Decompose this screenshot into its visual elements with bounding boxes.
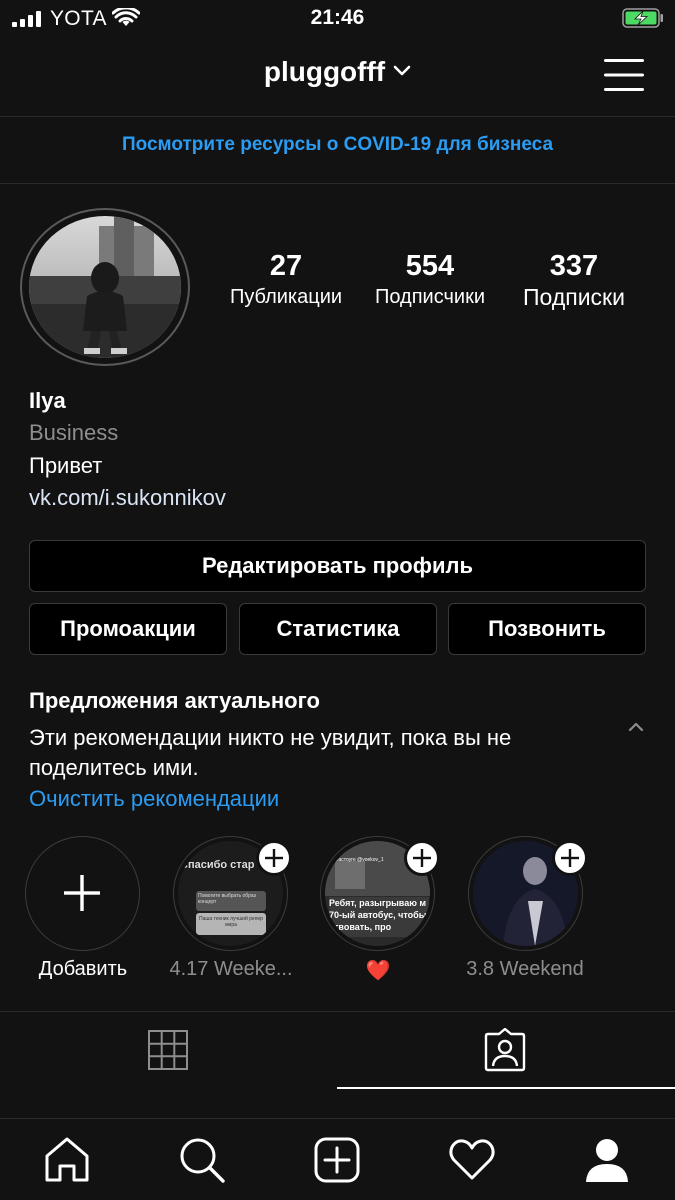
followers-stat[interactable]: 554 Подписчики <box>362 248 498 310</box>
avatar-photo <box>29 216 181 358</box>
profile-category: Business <box>29 420 119 445</box>
profile-icon[interactable] <box>583 1136 631 1184</box>
posts-stat[interactable]: 27 Публикации <box>218 248 354 310</box>
tagged-person-icon[interactable] <box>484 1028 526 1072</box>
following-stat[interactable]: 337 Подписки <box>508 248 640 310</box>
highlight-new[interactable] <box>25 836 140 951</box>
suggestions-description: Эти рекомендации никто не увидит, пока в… <box>29 725 512 780</box>
search-icon[interactable] <box>178 1136 226 1184</box>
thumb-text: Спасибо стар <box>180 859 255 871</box>
divider <box>0 183 675 184</box>
activity-heart-icon[interactable] <box>448 1136 496 1184</box>
clear-suggestions-link[interactable]: Очистить рекомендации <box>29 786 279 812</box>
suggestions-title: Предложения актуального <box>29 688 320 713</box>
profile-name: Ilya <box>29 388 66 413</box>
status-bar: YOTA 21:46 <box>0 0 675 38</box>
insights-button[interactable]: Статистика <box>239 603 437 655</box>
home-icon[interactable] <box>43 1136 91 1184</box>
following-label: Подписки <box>523 284 625 310</box>
thumb-text: Помогите выбрать образ концерт <box>196 891 266 911</box>
divider <box>0 116 675 117</box>
thumb-text: Паша техник лучший репер мира <box>196 913 266 935</box>
hamburger-menu-icon[interactable] <box>604 57 644 93</box>
followers-count: 554 <box>405 250 455 282</box>
profile-link[interactable]: vk.com/i.sukonnikov <box>29 485 226 511</box>
call-button[interactable]: Позвонить <box>448 603 646 655</box>
add-highlight-badge[interactable] <box>256 840 292 876</box>
clock-time: 21:46 <box>310 6 365 29</box>
highlight-label: ❤️ <box>365 960 391 982</box>
plus-icon <box>413 849 431 867</box>
new-post-icon[interactable] <box>313 1136 361 1184</box>
plus-icon <box>265 849 283 867</box>
add-highlight-badge[interactable] <box>552 840 588 876</box>
posts-count: 27 <box>269 250 303 282</box>
promotions-button[interactable]: Промоакции <box>29 603 227 655</box>
highlight-label: 4.17 Weeke... <box>169 958 293 980</box>
username-title: pluggofff <box>263 56 386 87</box>
profile-bio: Привет <box>29 453 103 478</box>
followers-label: Подписчики <box>374 286 486 308</box>
add-highlight-badge[interactable] <box>404 840 440 876</box>
plus-icon <box>561 849 579 867</box>
thumb-text: тмеастоуге @voekov_1 <box>330 857 384 863</box>
avatar[interactable] <box>29 216 181 358</box>
battery-charging-icon <box>622 8 663 28</box>
edit-profile-button[interactable]: Редактировать профиль <box>29 540 646 592</box>
grid-icon[interactable] <box>148 1030 188 1070</box>
following-count: 337 <box>549 250 599 282</box>
highlight-label: 3.8 Weekend <box>466 958 584 980</box>
plus-icon <box>64 875 100 911</box>
active-tab-indicator <box>337 1087 675 1089</box>
chevron-down-icon <box>393 65 411 76</box>
posts-label: Публикации <box>229 286 343 308</box>
account-switcher[interactable]: pluggofff <box>0 56 675 88</box>
highlight-label: Добавить <box>38 958 128 980</box>
covid-resources-banner[interactable]: Посмотрите ресурсы о COVID-19 для бизнес… <box>0 134 675 156</box>
divider <box>0 1118 675 1119</box>
thumb-text: Ребят, разыгрываю м 70-ый автобус, чтобы… <box>329 897 429 937</box>
chevron-up-icon[interactable] <box>626 720 646 734</box>
divider <box>0 1011 675 1012</box>
